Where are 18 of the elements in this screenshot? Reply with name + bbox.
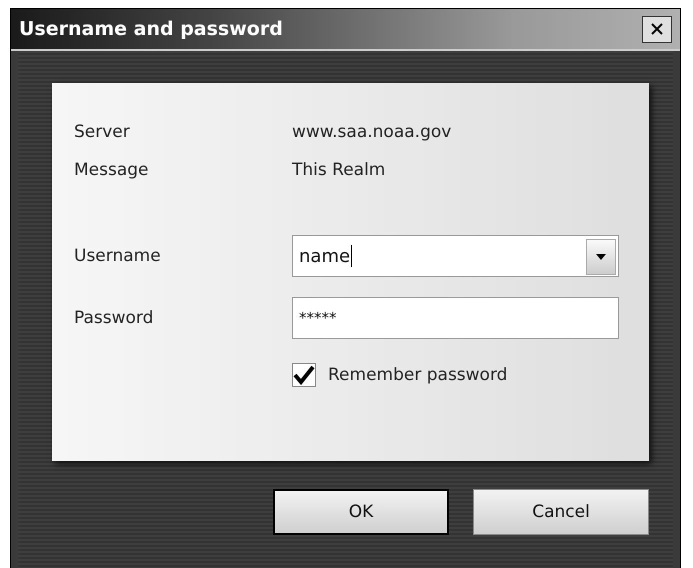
dialog-button[interactable]: Cancel bbox=[473, 489, 649, 535]
field-value: www.saa.noaa.gov bbox=[292, 122, 452, 142]
field-label: Message bbox=[74, 160, 150, 180]
close-icon bbox=[651, 23, 663, 35]
checkbox-label: Remember password bbox=[328, 365, 508, 385]
password-field[interactable]: ***** bbox=[292, 297, 619, 339]
field-value: This Realm bbox=[292, 160, 386, 180]
field-label: Server bbox=[74, 122, 131, 142]
close-button[interactable] bbox=[642, 16, 672, 42]
checkmark-icon bbox=[293, 365, 315, 385]
field-label: Username bbox=[74, 246, 162, 266]
window-title: Username and password bbox=[19, 18, 283, 40]
dropdown-button[interactable] bbox=[586, 239, 616, 275]
field-label: Password bbox=[74, 308, 154, 328]
checkbox[interactable] bbox=[292, 363, 316, 387]
dialog-button[interactable]: OK bbox=[273, 489, 449, 535]
username-combo[interactable]: name bbox=[292, 235, 619, 277]
caret-icon bbox=[596, 254, 606, 260]
